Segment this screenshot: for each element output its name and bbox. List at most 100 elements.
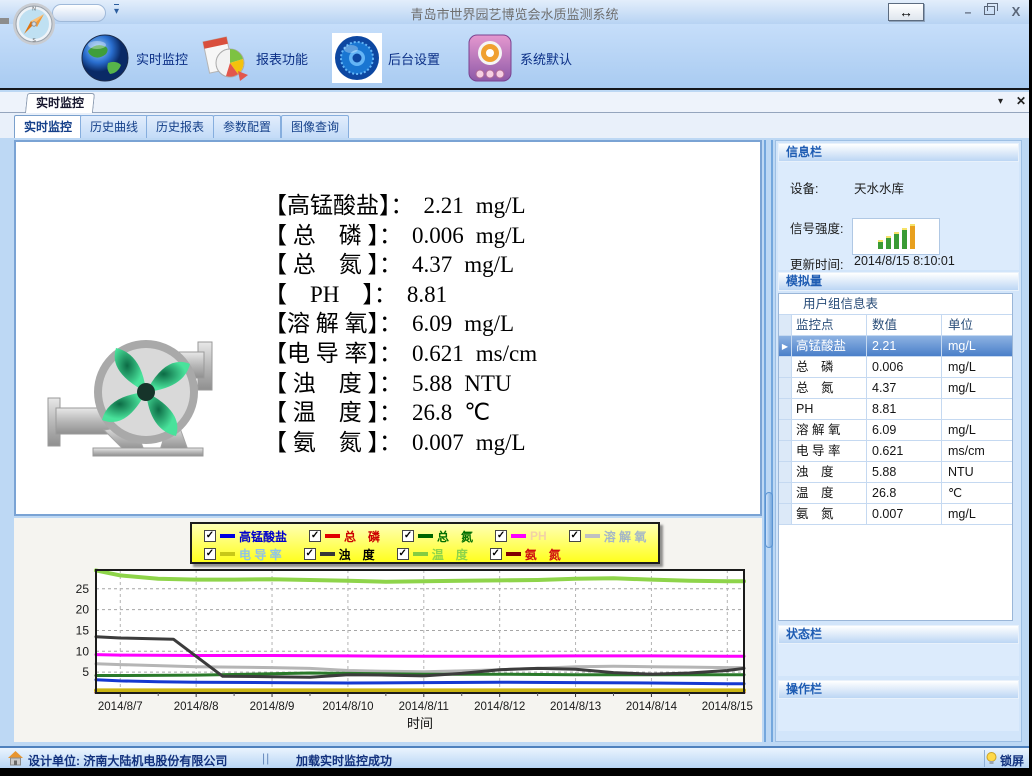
signal-strength-icon: [852, 218, 940, 255]
table-row[interactable]: PH8.81: [779, 399, 1012, 420]
line-swatch-icon: [220, 534, 235, 538]
legend-item-do[interactable]: ✓溶 解 氧: [569, 528, 647, 545]
svg-text:2014/8/15: 2014/8/15: [702, 701, 753, 713]
legend-item-cond[interactable]: ✓电 导 率: [204, 546, 282, 563]
col-unit: 单位: [942, 315, 1012, 335]
legend-item-kmno4[interactable]: ✓高锰酸盐: [204, 528, 287, 545]
svg-text:2014/8/7: 2014/8/7: [98, 701, 143, 713]
svg-text:2014/8/12: 2014/8/12: [474, 701, 525, 713]
resize-button[interactable]: ↔: [888, 3, 924, 21]
device-label: 设备:: [790, 178, 818, 197]
line-swatch-icon: [585, 534, 600, 538]
checkbox-icon[interactable]: ✓: [490, 548, 502, 560]
info-panel-header[interactable]: 信息栏: [778, 143, 1019, 162]
tab-realtime-monitor[interactable]: 实时监控: [14, 115, 82, 138]
toolbar-button-reports[interactable]: 报表功能: [198, 32, 308, 84]
table-row[interactable]: 溶 解 氧6.09mg/L: [779, 420, 1012, 441]
checkbox-icon[interactable]: ✓: [397, 548, 409, 560]
trend-chart: 2014/8/72014/8/82014/8/92014/8/102014/8/…: [14, 562, 762, 742]
svg-text:2014/8/13: 2014/8/13: [550, 701, 601, 713]
tabstrip-close-icon[interactable]: ✕: [1016, 94, 1026, 108]
table-row[interactable]: ▶ 高锰酸盐2.21mg/L: [779, 336, 1012, 357]
svg-text:10: 10: [76, 644, 90, 658]
toolbar-label-realtime: 实时监控: [136, 49, 188, 68]
legend-item-tp[interactable]: ✓总 磷: [309, 528, 380, 545]
readout-line: 【 温 度 】：26.8℃: [264, 393, 537, 423]
table-header-row: 监控点 数值 单位: [779, 315, 1012, 336]
table-row[interactable]: 浊 度5.88NTU: [779, 462, 1012, 483]
readout-line: 【电 导 率】：0.621ms/cm: [264, 334, 537, 364]
checkbox-icon[interactable]: ✓: [309, 530, 321, 542]
minimize-button[interactable]: –: [958, 3, 978, 21]
operation-panel-header[interactable]: 操作栏: [778, 680, 1019, 699]
sub-tab-bar: 实时监控 历史曲线 历史报表 参数配置 图像查询: [0, 113, 1029, 138]
document-tab-strip: 实时监控 ▾ ✕: [0, 92, 1029, 113]
lock-separator: [984, 750, 985, 767]
legend-item-turb[interactable]: ✓浊 度: [304, 546, 375, 563]
tab-history-curve[interactable]: 历史曲线: [80, 115, 148, 138]
status-panel-body: [778, 644, 1019, 676]
table-row[interactable]: 温 度26.8℃: [779, 483, 1012, 504]
close-button[interactable]: X: [1006, 3, 1026, 21]
info-panel-body: 设备: 天水水库 信号强度: 更新时间: 2014/8/15 8:10:01: [778, 162, 1019, 270]
toolbar-button-realtime[interactable]: 实时监控: [80, 32, 188, 84]
checkbox-icon[interactable]: ✓: [304, 548, 316, 560]
restore-button[interactable]: [984, 6, 995, 15]
status-bar: 设计单位: 济南大陆机电股份有限公司 || 加载实时监控成功 锁屏: [0, 746, 1029, 768]
tabstrip-dropdown-icon[interactable]: ▾: [998, 96, 1003, 107]
tab-history-report[interactable]: 历史报表: [146, 115, 214, 138]
signal-label: 信号强度:: [790, 218, 843, 237]
tab-image-query[interactable]: 图像查询: [281, 115, 349, 138]
legend-item-nh3[interactable]: ✓氨 氮: [490, 546, 561, 563]
compass-logo-icon: N S: [12, 2, 56, 46]
panel-splitter[interactable]: [763, 140, 775, 742]
svg-text:25: 25: [76, 582, 90, 596]
legend-item-tn[interactable]: ✓总 氮: [402, 528, 473, 545]
globe-icon: [80, 33, 130, 83]
status-message: 加载实时监控成功: [296, 752, 392, 769]
readout-line: 【高锰酸盐】：2.21mg/L: [264, 186, 537, 216]
analog-panel-header[interactable]: 模拟量: [778, 272, 1019, 291]
toolbar-button-system-default[interactable]: 系统默认: [466, 32, 572, 84]
checkbox-icon[interactable]: ✓: [204, 530, 216, 542]
svg-text:N: N: [32, 7, 36, 13]
device-value: 天水水库: [854, 178, 904, 197]
checkbox-icon[interactable]: ✓: [495, 530, 507, 542]
line-swatch-icon: [325, 534, 340, 538]
lock-screen-button[interactable]: 锁屏: [1000, 752, 1024, 769]
splitter-grip[interactable]: [765, 492, 773, 548]
window-title: 青岛市世界园艺博览会水质监测系统: [0, 4, 1029, 23]
legend-item-temp[interactable]: ✓温 度: [397, 546, 468, 563]
status-panel-header[interactable]: 状态栏: [778, 625, 1019, 644]
line-swatch-icon: [511, 534, 526, 538]
main-toolbar: 实时监控 报表功能: [0, 24, 1029, 90]
line-swatch-icon: [220, 552, 235, 556]
realtime-display-panel: 【高锰酸盐】：2.21mg/L 【 总 磷 】：0.006mg/L 【 总 氮 …: [14, 140, 762, 516]
svg-text:2014/8/10: 2014/8/10: [322, 701, 373, 713]
table-row[interactable]: 总 磷0.006mg/L: [779, 357, 1012, 378]
designer-text: 设计单位: 济南大陆机电股份有限公司: [28, 752, 227, 769]
checkbox-icon[interactable]: ✓: [204, 548, 216, 560]
svg-text:5: 5: [82, 665, 89, 679]
legend-item-ph[interactable]: ✓PH: [495, 529, 547, 543]
table-row[interactable]: 氨 氮0.007mg/L: [779, 504, 1012, 525]
svg-text:2014/8/14: 2014/8/14: [626, 701, 678, 713]
table-row[interactable]: 电 导 率0.621ms/cm: [779, 441, 1012, 462]
checkbox-icon[interactable]: ✓: [569, 530, 581, 542]
readout-line: 【 总 磷 】：0.006mg/L: [264, 216, 537, 246]
document-tab-realtime[interactable]: 实时监控: [25, 93, 95, 113]
checkbox-icon[interactable]: ✓: [402, 530, 414, 542]
table-title: 用户组信息表: [779, 294, 1012, 315]
line-swatch-icon: [320, 552, 335, 556]
readout-line: 【 PH 】：8.81: [264, 275, 537, 305]
svg-text:2014/8/8: 2014/8/8: [174, 701, 219, 713]
tab-param-config[interactable]: 参数配置: [213, 115, 281, 138]
table-row[interactable]: 总 氮4.37mg/L: [779, 378, 1012, 399]
app-window: N S ▾ 青岛市世界园艺博览会水质监测系统 ↔ – X 实时监控: [0, 0, 1029, 768]
toolbar-button-settings[interactable]: 后台设置: [332, 32, 440, 84]
settings-disc-icon: [332, 33, 382, 83]
title-bar: N S ▾ 青岛市世界园艺博览会水质监测系统 ↔ – X: [0, 0, 1029, 24]
trend-chart-section: ✓高锰酸盐 ✓总 磷 ✓总 氮 ✓PH ✓溶 解 氧 ✓电 导 率 ✓浊 度 ✓…: [14, 518, 762, 742]
update-time-value: 2014/8/15 8:10:01: [854, 254, 955, 268]
user-group-table: 用户组信息表 监控点 数值 单位 ▶ 高锰酸盐2.21mg/L 总 磷0.006…: [778, 293, 1013, 621]
